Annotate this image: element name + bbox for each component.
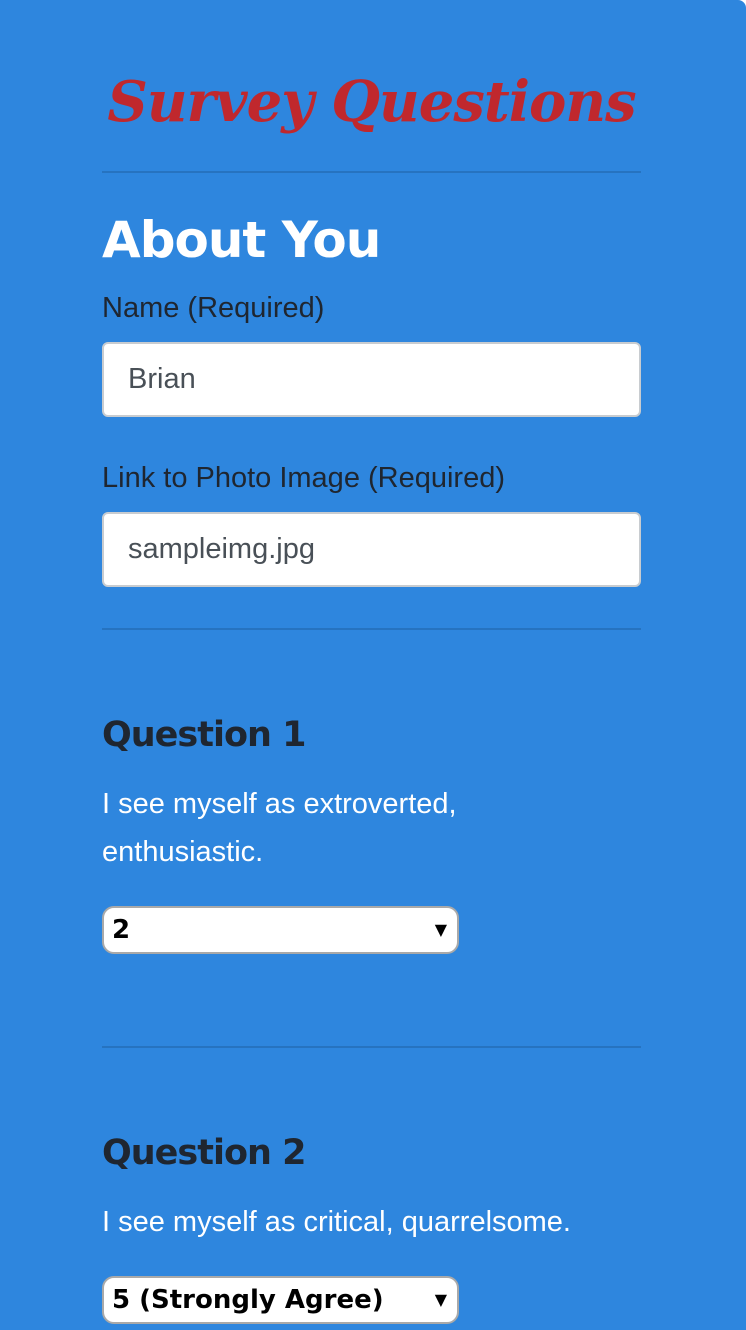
caret-down-icon: ▼ <box>434 920 447 939</box>
question-1-heading: Question 1 <box>102 715 306 755</box>
question-1-text: I see myself as extroverted, enthusiasti… <box>102 788 457 868</box>
photo-link-input[interactable] <box>102 512 641 587</box>
question-2-selected-value: 5 (Strongly Agree) <box>112 1285 384 1315</box>
title-divider <box>102 171 641 173</box>
question-1-selected-value: 2 <box>112 915 131 945</box>
question-2-heading: Question 2 <box>102 1133 306 1173</box>
name-label: Name (Required) <box>102 292 325 324</box>
caret-down-icon: ▼ <box>434 1290 447 1309</box>
question-1-divider <box>102 1046 641 1048</box>
about-divider <box>102 628 641 630</box>
question-1-select[interactable]: 2 ▼ <box>102 906 459 954</box>
about-you-heading: About You <box>102 211 381 269</box>
survey-panel: Survey Questions About You Name (Require… <box>0 0 746 1330</box>
page-title: Survey Questions <box>107 69 636 135</box>
question-2-text: I see myself as critical, quarrelsome. <box>102 1206 571 1238</box>
photo-link-label: Link to Photo Image (Required) <box>102 462 505 494</box>
name-input[interactable] <box>102 342 641 417</box>
question-2-select[interactable]: 5 (Strongly Agree) ▼ <box>102 1276 459 1324</box>
